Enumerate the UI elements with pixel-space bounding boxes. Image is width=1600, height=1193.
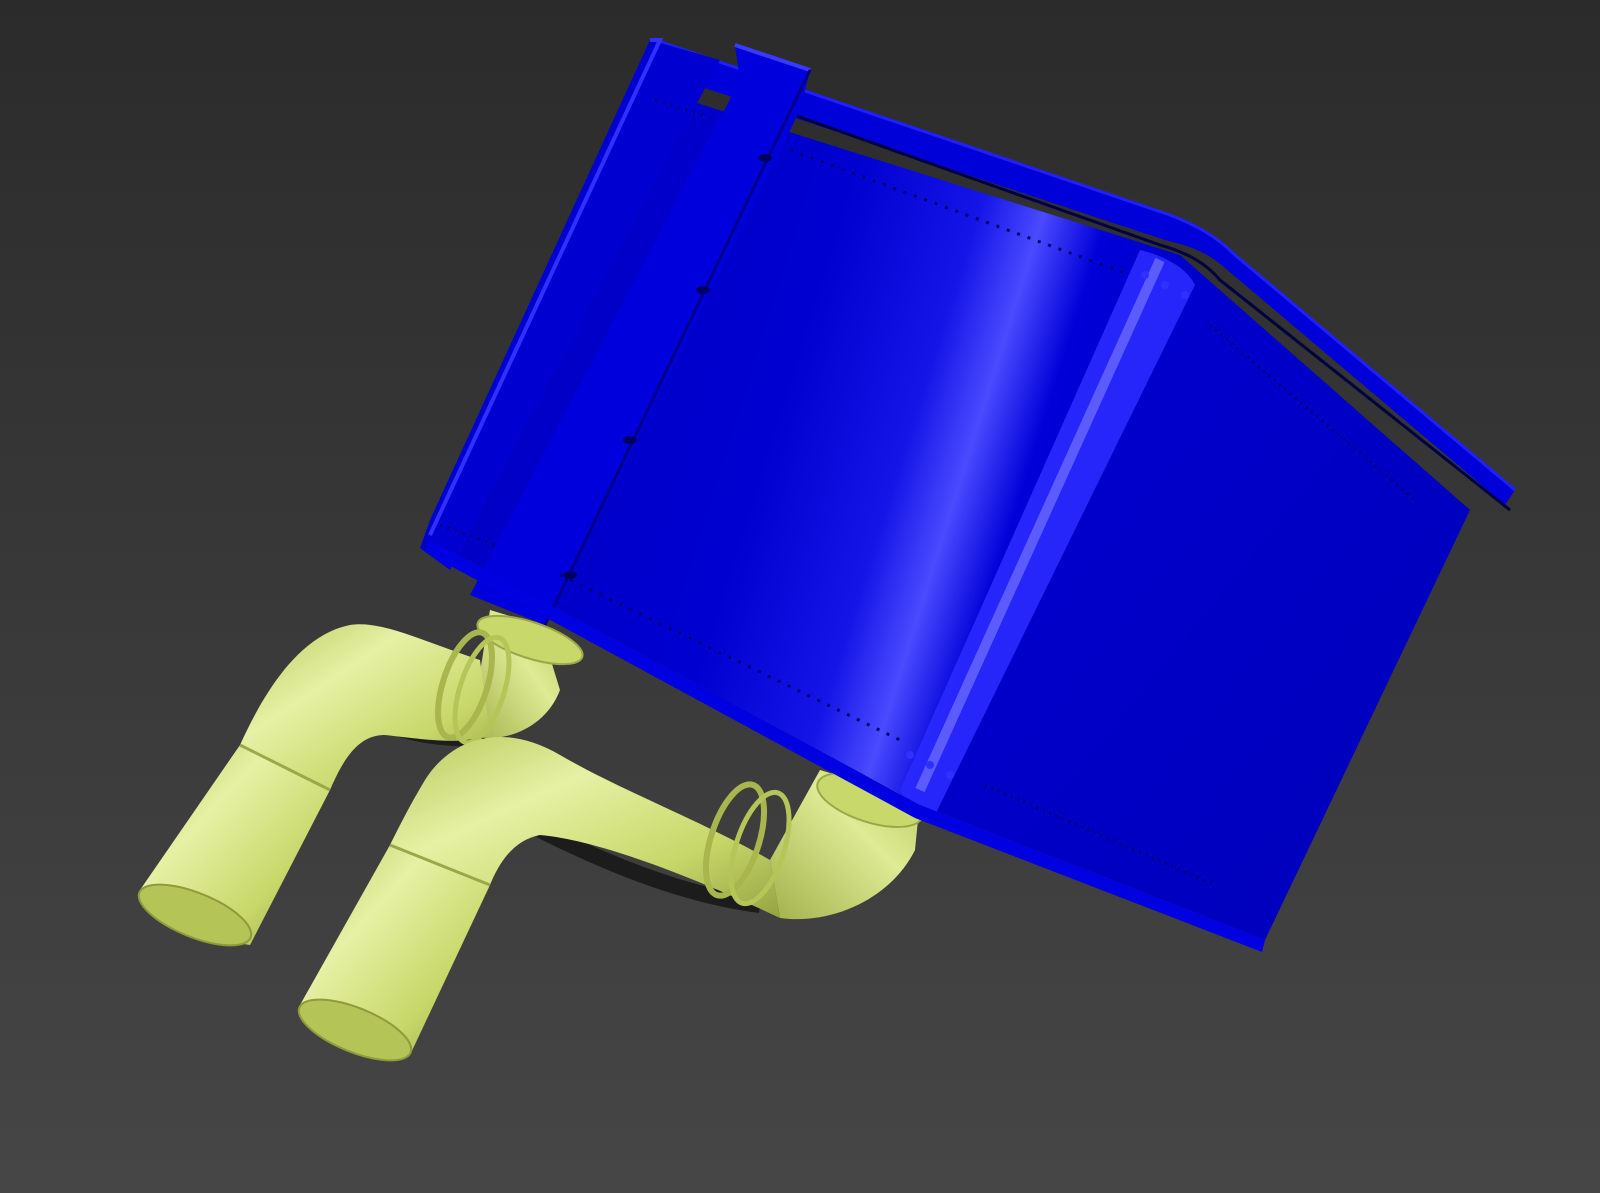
bolt-hole bbox=[758, 154, 772, 162]
3d-viewport[interactable] bbox=[0, 0, 1600, 1193]
bolt-hole bbox=[696, 286, 710, 294]
bolt-hole bbox=[563, 571, 577, 579]
bolt-hole bbox=[623, 436, 637, 444]
render-canvas bbox=[0, 0, 1600, 1193]
